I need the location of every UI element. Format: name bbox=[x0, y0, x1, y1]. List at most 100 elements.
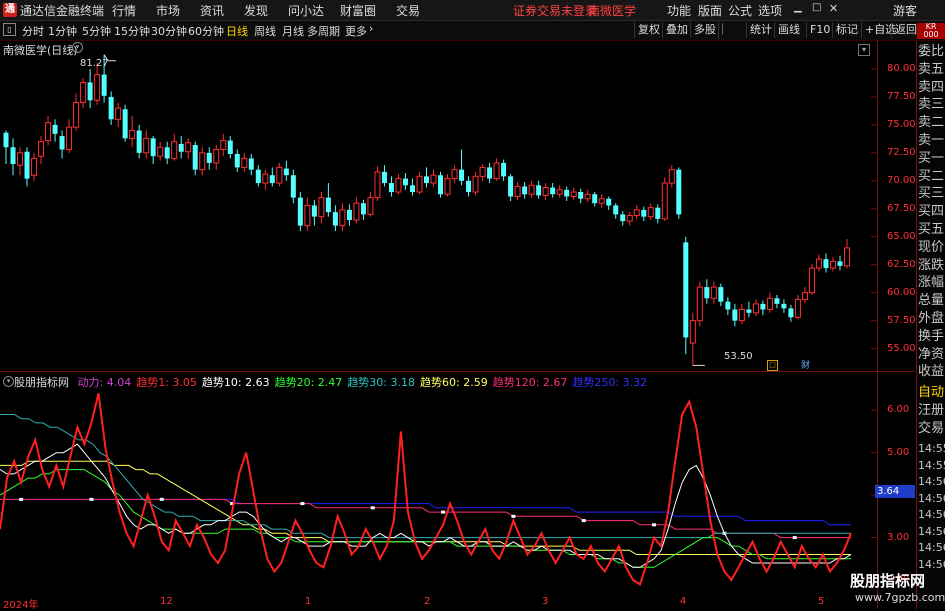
indicator-dropdown-icon[interactable]: ▾ bbox=[3, 376, 14, 387]
indicator-dot bbox=[89, 497, 94, 501]
price-tick-8: 60.00 bbox=[887, 286, 916, 298]
chart-dropdown-icon[interactable]: ▾ bbox=[72, 42, 83, 53]
event-marker-icon[interactable]: □ bbox=[767, 360, 778, 371]
candle-body bbox=[248, 158, 254, 170]
indicator-current-value: 3.64 bbox=[875, 485, 915, 498]
menu-layout[interactable]: 版面 bbox=[698, 2, 722, 19]
mark-button[interactable]: 标记 bbox=[832, 22, 858, 38]
quote-label-10: 买五 bbox=[918, 222, 945, 237]
multi-stock-button[interactable]: 多股 bbox=[690, 22, 716, 38]
overlay-button[interactable]: 叠加 bbox=[662, 22, 688, 38]
menu-quotes[interactable]: 行情 bbox=[112, 2, 136, 19]
period-monthly[interactable]: 月线 bbox=[282, 23, 304, 39]
sidebar-toggle-icon[interactable]: ▯ bbox=[3, 23, 16, 36]
back-button[interactable]: 返回 bbox=[891, 22, 917, 38]
panel-tab-2[interactable]: 交易 bbox=[918, 421, 944, 437]
close-button[interactable]: ✕ bbox=[829, 2, 838, 15]
stats-button[interactable]: 统计 bbox=[746, 22, 772, 38]
legend-item-1: 趋势1: 3.05 bbox=[136, 376, 197, 389]
guest-label[interactable]: 游客 bbox=[893, 2, 917, 19]
kr-badge: KR 000 bbox=[917, 23, 945, 39]
maximize-button[interactable]: □ bbox=[812, 2, 821, 13]
candle-body bbox=[459, 169, 465, 181]
candle-body bbox=[696, 286, 703, 322]
quote-label-4: 卖二 bbox=[918, 115, 945, 131]
quote-label-8: 买三 bbox=[918, 186, 945, 202]
period-timeshare[interactable]: 分时 bbox=[22, 23, 44, 39]
candle-body bbox=[451, 169, 458, 180]
candle-body bbox=[501, 162, 507, 177]
minimize-button[interactable]: ▁ bbox=[794, 2, 802, 13]
menu-function[interactable]: 功能 bbox=[667, 2, 691, 19]
menu-ask[interactable]: 问小达 bbox=[288, 2, 324, 19]
period-more[interactable]: 更多 bbox=[345, 23, 367, 39]
title-bar bbox=[0, 0, 945, 21]
indicator-dot bbox=[19, 497, 24, 501]
legend-item-3: 趋势20: 2.47 bbox=[274, 376, 343, 389]
panel-tab-0[interactable]: 自动 bbox=[918, 385, 944, 401]
candle-body bbox=[339, 209, 346, 227]
f10-button[interactable]: F10 bbox=[806, 22, 830, 38]
menu-news[interactable]: 资讯 bbox=[200, 2, 224, 19]
period-daily[interactable]: 日线 bbox=[226, 23, 248, 39]
candle-body bbox=[311, 205, 317, 217]
price-tick-5: 67.50 bbox=[887, 202, 916, 214]
app-title: 通达信金融终端 bbox=[20, 4, 105, 18]
finance-marker-icon[interactable]: 财 bbox=[801, 358, 810, 371]
period-1min[interactable]: 1分钟 bbox=[48, 23, 77, 39]
candle-body bbox=[416, 175, 423, 193]
candle-body bbox=[192, 145, 198, 170]
menu-trade[interactable]: 交易 bbox=[396, 2, 420, 19]
candle-body bbox=[262, 173, 269, 184]
candle-body bbox=[367, 197, 374, 215]
period-weekly[interactable]: 周线 bbox=[254, 23, 276, 39]
legend-item-7: 趋势250: 3.32 bbox=[572, 376, 648, 389]
quote-label-1: 卖五 bbox=[918, 61, 945, 77]
panel-tab-1[interactable]: 汪册 bbox=[918, 403, 944, 419]
period-30min[interactable]: 30分钟 bbox=[151, 23, 187, 39]
menu-discover[interactable]: 发现 bbox=[244, 2, 268, 19]
candle-body bbox=[528, 184, 535, 195]
period-multi[interactable]: 多周期 bbox=[307, 23, 340, 39]
candle-body bbox=[360, 203, 366, 215]
menu-wealth[interactable]: 财富圈 bbox=[340, 2, 376, 19]
indicator-name: 股朋指标网 bbox=[14, 376, 69, 389]
candle-body bbox=[283, 168, 289, 176]
indicator-chart[interactable] bbox=[0, 372, 877, 597]
more-chevron-icon[interactable]: › bbox=[369, 22, 373, 35]
draw-button[interactable]: 画线 bbox=[774, 22, 800, 38]
candle-body bbox=[626, 215, 633, 222]
candle-body bbox=[514, 185, 521, 197]
period-60min[interactable]: 60分钟 bbox=[188, 23, 224, 39]
candle-body bbox=[381, 171, 387, 184]
price-tick-0: 80.00 bbox=[887, 62, 916, 74]
quote-label-2: 卖四 bbox=[918, 79, 945, 95]
period-15min[interactable]: 15分钟 bbox=[114, 23, 150, 39]
login-status[interactable]: 证券交易未登录 bbox=[513, 2, 597, 19]
adjust-button[interactable]: 复权 bbox=[634, 22, 660, 38]
candle-body bbox=[129, 129, 136, 139]
candle-body bbox=[206, 152, 212, 163]
candle-body bbox=[234, 153, 240, 168]
candle-body bbox=[808, 267, 815, 294]
candle-body bbox=[781, 303, 787, 309]
candle-body bbox=[115, 107, 122, 120]
chart-settings-icon[interactable]: ▾ bbox=[858, 44, 870, 56]
candle-body bbox=[655, 207, 661, 219]
menu-formula[interactable]: 公式 bbox=[728, 2, 752, 19]
indicator-dot bbox=[159, 497, 164, 501]
candle-body bbox=[353, 202, 360, 221]
quote-label-15: 外盘 bbox=[918, 311, 945, 326]
candlestick-chart[interactable] bbox=[0, 41, 877, 371]
candle-body bbox=[536, 185, 542, 196]
low-price-label: 53.50 bbox=[724, 351, 753, 362]
candle-body bbox=[815, 258, 822, 269]
time-label-4: 4 bbox=[680, 596, 687, 607]
indicator-line bbox=[0, 460, 851, 555]
candle-body bbox=[430, 174, 437, 184]
period-5min[interactable]: 5分钟 bbox=[82, 23, 111, 39]
menu-options[interactable]: 选项 bbox=[758, 2, 782, 19]
menu-market[interactable]: 市场 bbox=[156, 2, 180, 19]
candle-body bbox=[24, 151, 30, 179]
candle-body bbox=[801, 292, 808, 300]
